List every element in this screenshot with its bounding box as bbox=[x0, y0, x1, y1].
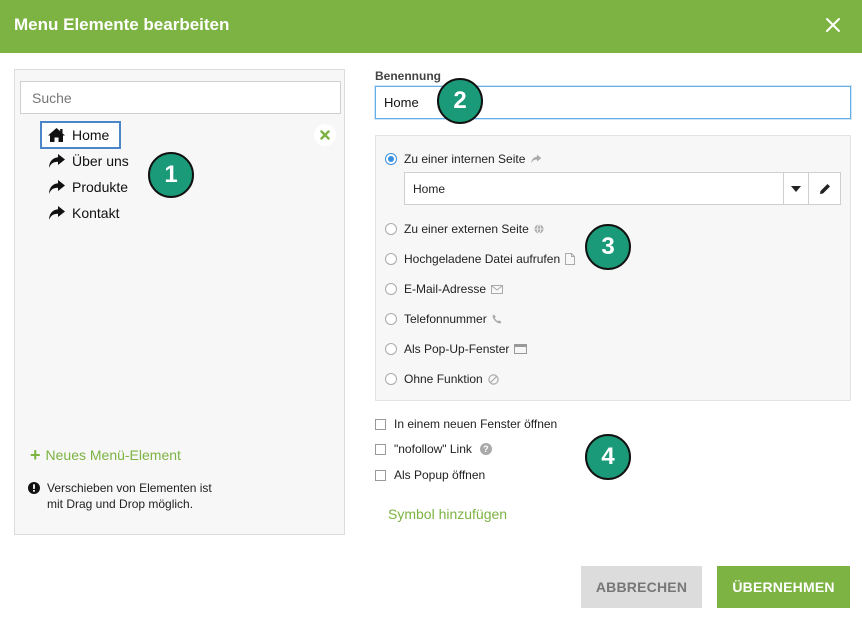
share-arrow-icon bbox=[531, 154, 542, 164]
checkbox-label: Als Popup öffnen bbox=[394, 468, 486, 482]
add-symbol-link[interactable]: Symbol hinzufügen bbox=[388, 506, 507, 522]
checkbox[interactable] bbox=[375, 469, 386, 481]
menu-item-kontakt[interactable]: Kontakt bbox=[40, 199, 129, 227]
link-type-panel: Zu einer internen Seite Home Zu einer ex… bbox=[375, 135, 851, 401]
new-menu-item-button[interactable]: + Neues Menü-Element bbox=[30, 446, 181, 464]
drag-drop-hint-text: Verschieben von Elementen ist mit Drag u… bbox=[47, 481, 212, 511]
ban-icon bbox=[488, 373, 499, 385]
checkbox-label: "nofollow" Link bbox=[394, 442, 472, 456]
envelope-icon bbox=[491, 284, 504, 294]
checkbox-nofollow[interactable]: "nofollow" Link ? bbox=[375, 442, 492, 456]
name-label: Benennung bbox=[375, 69, 441, 83]
search-input[interactable] bbox=[20, 81, 341, 114]
internal-page-value: Home bbox=[413, 182, 446, 196]
radio-button[interactable] bbox=[385, 313, 397, 325]
checkbox[interactable] bbox=[375, 443, 386, 455]
callout-badge-1: 1 bbox=[148, 152, 194, 198]
radio-internal-page[interactable]: Zu einer internen Seite bbox=[385, 152, 542, 166]
radio-button[interactable] bbox=[385, 253, 397, 265]
radio-label: Hochgeladene Datei aufrufen bbox=[404, 252, 561, 266]
remove-item-button[interactable] bbox=[314, 124, 336, 146]
menu-item-label: Über uns bbox=[72, 153, 129, 169]
menu-item-label: Kontakt bbox=[72, 205, 120, 221]
radio-popup-window[interactable]: Als Pop-Up-Fenster bbox=[385, 342, 528, 356]
pencil-icon bbox=[819, 183, 830, 194]
close-button[interactable] bbox=[822, 14, 844, 36]
share-arrow-icon bbox=[49, 180, 65, 194]
dialog-header: Menu Elemente bearbeiten bbox=[0, 0, 862, 53]
callout-badge-2: 2 bbox=[437, 78, 483, 124]
radio-no-function[interactable]: Ohne Funktion bbox=[385, 372, 499, 386]
radio-external-page[interactable]: Zu einer externen Seite bbox=[385, 222, 544, 236]
page-select-dropdown-button[interactable] bbox=[783, 173, 808, 204]
callout-badge-4: 4 bbox=[585, 434, 631, 480]
radio-button[interactable] bbox=[385, 153, 397, 165]
radio-button[interactable] bbox=[385, 373, 397, 385]
radio-uploaded-file[interactable]: Hochgeladene Datei aufrufen bbox=[385, 252, 576, 266]
radio-label: Zu einer internen Seite bbox=[404, 152, 526, 166]
menu-item-label: Produkte bbox=[72, 179, 129, 195]
menu-item-home[interactable]: Home bbox=[40, 121, 122, 149]
radio-label: Zu einer externen Seite bbox=[404, 222, 529, 236]
callout-badge-3: 3 bbox=[585, 224, 631, 270]
share-arrow-icon bbox=[49, 206, 65, 220]
radio-email[interactable]: E-Mail-Adresse bbox=[385, 282, 504, 296]
home-icon bbox=[48, 128, 65, 142]
globe-icon bbox=[534, 224, 544, 234]
phone-icon bbox=[492, 314, 502, 324]
window-icon bbox=[514, 344, 528, 354]
radio-phone[interactable]: Telefonnummer bbox=[385, 312, 502, 326]
internal-page-select[interactable]: Home bbox=[404, 172, 841, 205]
checkbox-new-window[interactable]: In einem neuen Fenster öffnen bbox=[375, 417, 557, 431]
cancel-button[interactable]: ABBRECHEN bbox=[581, 566, 702, 608]
radio-label: E-Mail-Adresse bbox=[404, 282, 487, 296]
radio-button[interactable] bbox=[385, 343, 397, 355]
apply-button[interactable]: ÜBERNEHMEN bbox=[717, 566, 850, 608]
checkbox[interactable] bbox=[375, 418, 386, 430]
menu-item-label: Home bbox=[72, 127, 110, 143]
exclamation-circle-icon bbox=[28, 482, 40, 494]
close-icon bbox=[320, 130, 330, 140]
radio-button[interactable] bbox=[385, 223, 397, 235]
checkbox-popup[interactable]: Als Popup öffnen bbox=[375, 468, 485, 482]
new-menu-item-label: Neues Menü-Element bbox=[45, 447, 181, 463]
question-circle-icon[interactable]: ? bbox=[479, 443, 492, 455]
share-arrow-icon bbox=[49, 154, 65, 168]
close-icon bbox=[826, 18, 840, 32]
menu-tree-panel: Home Über uns Produkte Kontakt 1 + Neues… bbox=[14, 69, 345, 535]
radio-button[interactable] bbox=[385, 283, 397, 295]
dialog-title: Menu Elemente bearbeiten bbox=[14, 15, 230, 34]
file-icon bbox=[565, 253, 576, 265]
checkbox-label: In einem neuen Fenster öffnen bbox=[394, 417, 558, 431]
menu-item-ueber-uns[interactable]: Über uns bbox=[40, 147, 139, 175]
radio-label: Telefonnummer bbox=[404, 312, 487, 326]
radio-label: Als Pop-Up-Fenster bbox=[404, 342, 510, 356]
caret-down-icon bbox=[791, 185, 801, 192]
menu-item-produkte[interactable]: Produkte bbox=[40, 173, 138, 201]
plus-icon: + bbox=[30, 445, 41, 465]
radio-label: Ohne Funktion bbox=[404, 372, 483, 386]
page-edit-button[interactable] bbox=[808, 173, 840, 204]
drag-drop-hint: Verschieben von Elementen ist mit Drag u… bbox=[28, 480, 217, 512]
